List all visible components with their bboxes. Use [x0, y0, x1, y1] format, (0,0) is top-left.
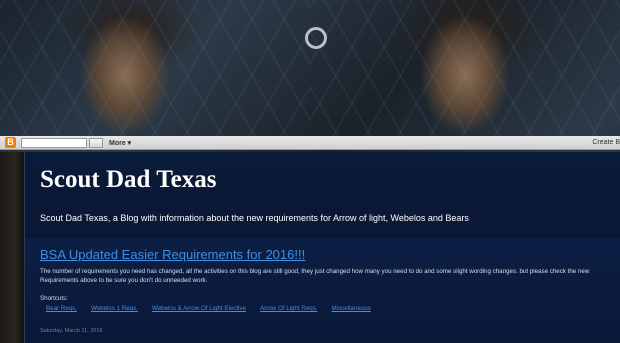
post-body-text: The number of requirements you need has …: [40, 268, 590, 284]
metal-ring-image: [305, 27, 327, 49]
navbar-search-button[interactable]: [89, 137, 103, 148]
blogger-navbar: B More ▾ Create B: [0, 136, 620, 150]
shortcut-link-bear[interactable]: Bear Reqs.: [46, 305, 77, 312]
shortcut-link-webelos-1[interactable]: Webelos 1 Reqs.: [91, 305, 138, 312]
blog-title[interactable]: Scout Dad Texas: [40, 166, 216, 194]
shortcuts-links: Bear Reqs. Webelos 1 Reqs. Webelos & Arr…: [46, 305, 371, 312]
shortcut-link-arrow-of-light[interactable]: Arrow Of Light Reqs.: [260, 305, 317, 312]
blog-description: Scout Dad Texas, a Blog with information…: [40, 213, 469, 223]
blogger-logo-icon[interactable]: B: [5, 137, 16, 148]
navbar-search-input[interactable]: [21, 137, 87, 148]
main-content-panel: Scout Dad Texas Scout Dad Texas, a Blog …: [24, 152, 620, 343]
navbar-create-blog-link[interactable]: Create B: [592, 139, 620, 146]
shortcuts-label: Shortcuts:: [40, 295, 68, 302]
background-pattern-right: [310, 0, 620, 145]
post-date: Saturday, March 11, 2016: [40, 328, 103, 334]
shortcut-link-miscellaneous[interactable]: Miscellaneous: [332, 305, 371, 312]
navbar-more-menu[interactable]: More ▾: [109, 139, 131, 147]
post-area: BSA Updated Easier Requirements for 2016…: [25, 238, 620, 343]
background-pattern-left: [0, 0, 310, 145]
post-title-link[interactable]: BSA Updated Easier Requirements for 2016…: [40, 247, 305, 262]
shortcut-link-webelos-aol-elective[interactable]: Webelos & Arrow Of Light Elective: [152, 305, 246, 312]
side-photo-strip: [0, 152, 24, 343]
